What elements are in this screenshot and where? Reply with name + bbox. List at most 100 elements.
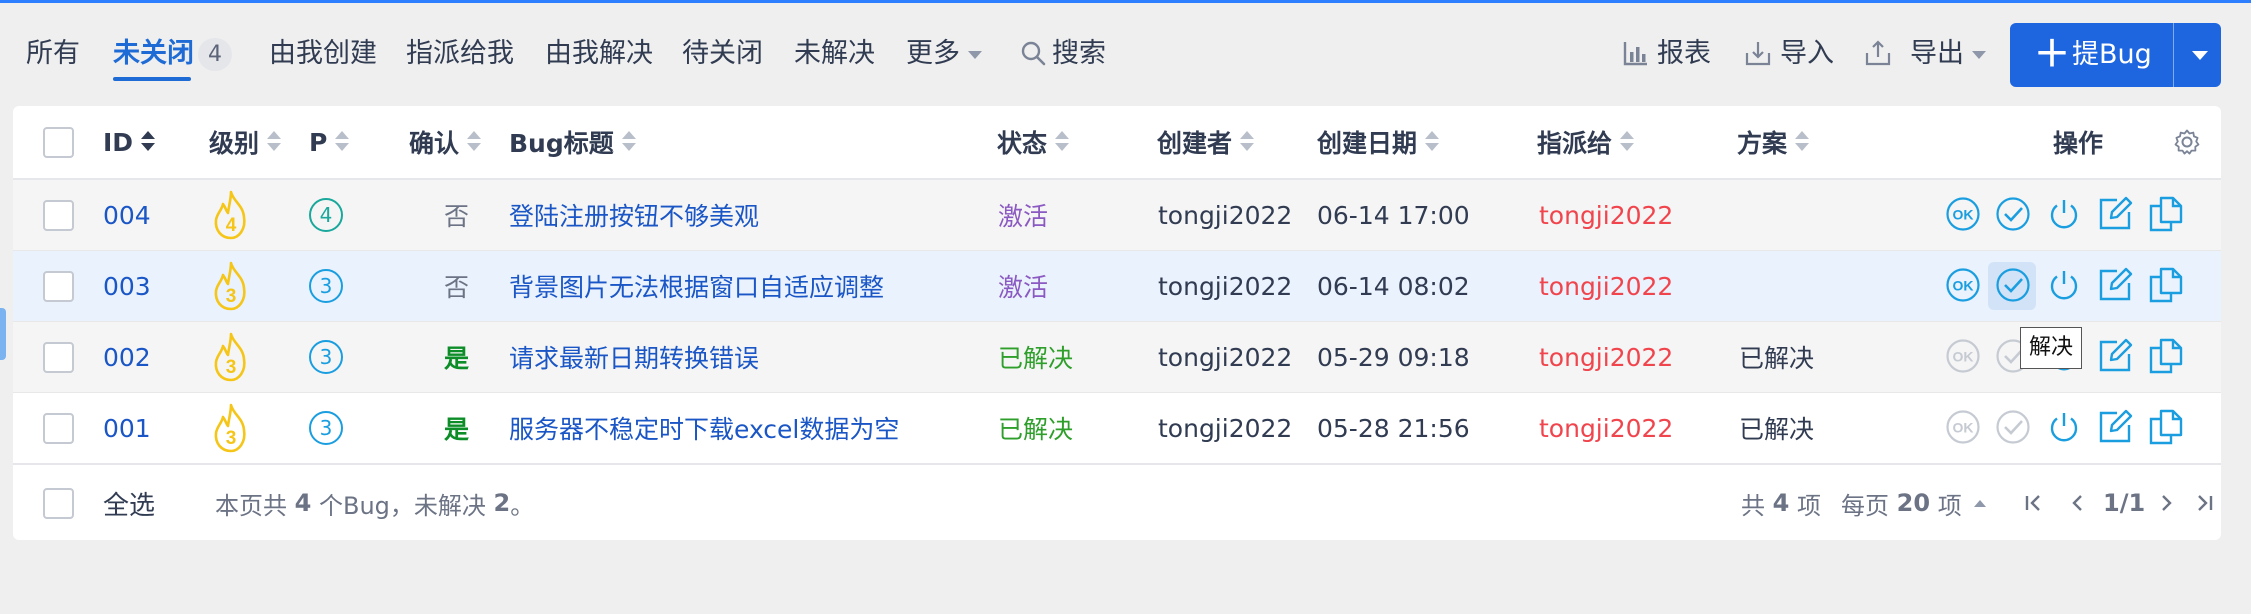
bug-title-link[interactable]: 服务器不稳定时下载excel数据为空 (509, 393, 899, 463)
power-icon (2050, 200, 2078, 229)
status-value: 已解决 (998, 415, 1074, 444)
column-id[interactable]: ID (103, 106, 156, 178)
creator-value: tongji2022 (1158, 342, 1293, 372)
chevron-down-icon[interactable] (2192, 51, 2208, 60)
confirm-button[interactable]: OK (1943, 336, 1983, 376)
creator-value: tongji2022 (1158, 413, 1293, 443)
resolve-tooltip: 解决 (2020, 327, 2083, 369)
edit-button[interactable] (2095, 336, 2135, 376)
bug-id[interactable]: 004 (103, 180, 151, 250)
tab-resolved-by-me[interactable]: 由我解决 (545, 36, 653, 72)
close-bug-button[interactable] (2044, 265, 2084, 305)
row-checkbox[interactable] (43, 341, 74, 373)
sort-icon (1620, 131, 1635, 153)
edit-button[interactable] (2095, 265, 2135, 305)
export-icon (1865, 40, 1891, 66)
create-bug-button[interactable]: ＋ 提Bug (2010, 23, 2221, 87)
tab-assigned-to-me[interactable]: 指派给我 (406, 36, 514, 72)
bug-title-link[interactable]: 登陆注册按钮不够美观 (509, 180, 759, 250)
copy-button[interactable] (2146, 265, 2186, 305)
tab-unresolved[interactable]: 未解决 (794, 36, 875, 72)
resolve-button[interactable] (1993, 407, 2033, 447)
tab-unclosed[interactable]: 未关闭 (113, 36, 194, 72)
tab-to-close[interactable]: 待关闭 (682, 36, 763, 72)
resolve-button[interactable] (1993, 265, 2033, 305)
status-value: 激活 (998, 273, 1049, 302)
search-button[interactable]: 搜索 (1020, 36, 1106, 72)
first-page-button[interactable] (2023, 466, 2045, 540)
page-summary: 本页共 4 个Bug，未解决 2。 (215, 466, 534, 540)
copy-button[interactable] (2146, 407, 2186, 447)
column-priority[interactable]: P (309, 106, 350, 178)
close-bug-button[interactable] (2044, 194, 2084, 234)
table-row[interactable]: 002 3 3 是 请求最新日期转换错误 已解决 tongji2022 05-2… (13, 322, 2221, 393)
svg-text:OK: OK (1953, 420, 1974, 436)
create-bug-label: 提Bug (2072, 39, 2152, 70)
confirm-button[interactable]: OK (1943, 194, 1983, 234)
confirm-button[interactable]: OK (1943, 265, 1983, 305)
column-settings[interactable] (2173, 106, 2201, 178)
column-title[interactable]: Bug标题 (509, 106, 636, 178)
import-button[interactable]: 导入 (1744, 36, 1834, 72)
power-icon (2050, 413, 2078, 442)
column-created-date-label: 创建日期 (1317, 129, 1418, 158)
severity-badge: 4 (209, 180, 253, 250)
chevron-left-icon (2072, 495, 2082, 511)
tab-unclosed-count: 4 (198, 38, 232, 71)
resolve-icon (1996, 197, 2030, 231)
row-checkbox[interactable] (43, 412, 74, 444)
next-page-button[interactable] (2155, 466, 2177, 540)
column-id-label: ID (103, 127, 134, 157)
flame-icon: 3 (214, 261, 246, 311)
copy-button[interactable] (2146, 336, 2186, 376)
close-bug-button[interactable] (2044, 407, 2084, 447)
row-checkbox[interactable] (43, 199, 74, 231)
column-resolution-label: 方案 (1737, 129, 1788, 158)
confirm-button[interactable]: OK (1943, 407, 1983, 447)
column-creator[interactable]: 创建者 (1157, 106, 1255, 178)
sort-icon (1425, 131, 1440, 153)
edit-button[interactable] (2095, 194, 2135, 234)
flame-icon: 3 (214, 403, 246, 453)
chart-icon (1623, 42, 1647, 66)
column-created-date[interactable]: 创建日期 (1317, 106, 1440, 178)
total-suffix: 项 (1796, 491, 1821, 520)
column-confirmed[interactable]: 确认 (409, 106, 482, 178)
tab-all[interactable]: 所有 (26, 36, 80, 72)
table-row[interactable]: 003 3 3 否 背景图片无法根据窗口自适应调整 激活 tongji2022 … (13, 251, 2221, 322)
confirmed-value: 否 (444, 202, 470, 231)
table-row[interactable]: 004 4 4 否 登陆注册按钮不够美观 激活 tongji2022 06-14… (13, 180, 2221, 251)
first-page-icon (2025, 495, 2040, 511)
assigned-to-value: tongji2022 (1539, 413, 1674, 443)
bug-id[interactable]: 002 (103, 322, 151, 392)
select-all-label[interactable]: 全选 (103, 466, 155, 540)
header-checkbox[interactable] (43, 126, 74, 158)
copy-button[interactable] (2146, 194, 2186, 234)
edit-button[interactable] (2095, 407, 2135, 447)
export-button[interactable]: 导出 (1864, 36, 1986, 72)
table-row[interactable]: 001 3 3 是 服务器不稳定时下载excel数据为空 已解决 tongji2… (13, 393, 2221, 465)
report-button[interactable]: 报表 (1623, 36, 1711, 72)
resolution-value: 已解决 (1739, 344, 1815, 373)
column-status[interactable]: 状态 (997, 106, 1070, 178)
side-handle[interactable] (0, 308, 6, 360)
bug-id[interactable]: 003 (103, 251, 151, 321)
edit-icon (2099, 196, 2133, 230)
last-page-button[interactable] (2193, 466, 2215, 540)
column-severity[interactable]: 级别 (209, 106, 282, 178)
per-page-selector[interactable]: 每页 20 项 (1841, 466, 1988, 540)
row-checkbox[interactable] (43, 270, 74, 302)
bug-title-link[interactable]: 背景图片无法根据窗口自适应调整 (509, 251, 884, 321)
bug-id[interactable]: 001 (103, 393, 151, 463)
prev-page-button[interactable] (2067, 466, 2089, 540)
column-resolution[interactable]: 方案 (1737, 106, 1810, 178)
confirm-icon: OK (1946, 339, 1980, 373)
tab-more[interactable]: 更多 (906, 36, 982, 72)
page-indicator: 1/1 (2103, 489, 2146, 517)
select-all-checkbox[interactable] (43, 487, 74, 519)
tab-created-by-me[interactable]: 由我创建 (269, 36, 377, 72)
resolve-button[interactable] (1993, 194, 2033, 234)
tab-more-label: 更多 (906, 38, 960, 69)
column-assigned-to[interactable]: 指派给 (1537, 106, 1635, 178)
bug-title-link[interactable]: 请求最新日期转换错误 (509, 322, 759, 392)
